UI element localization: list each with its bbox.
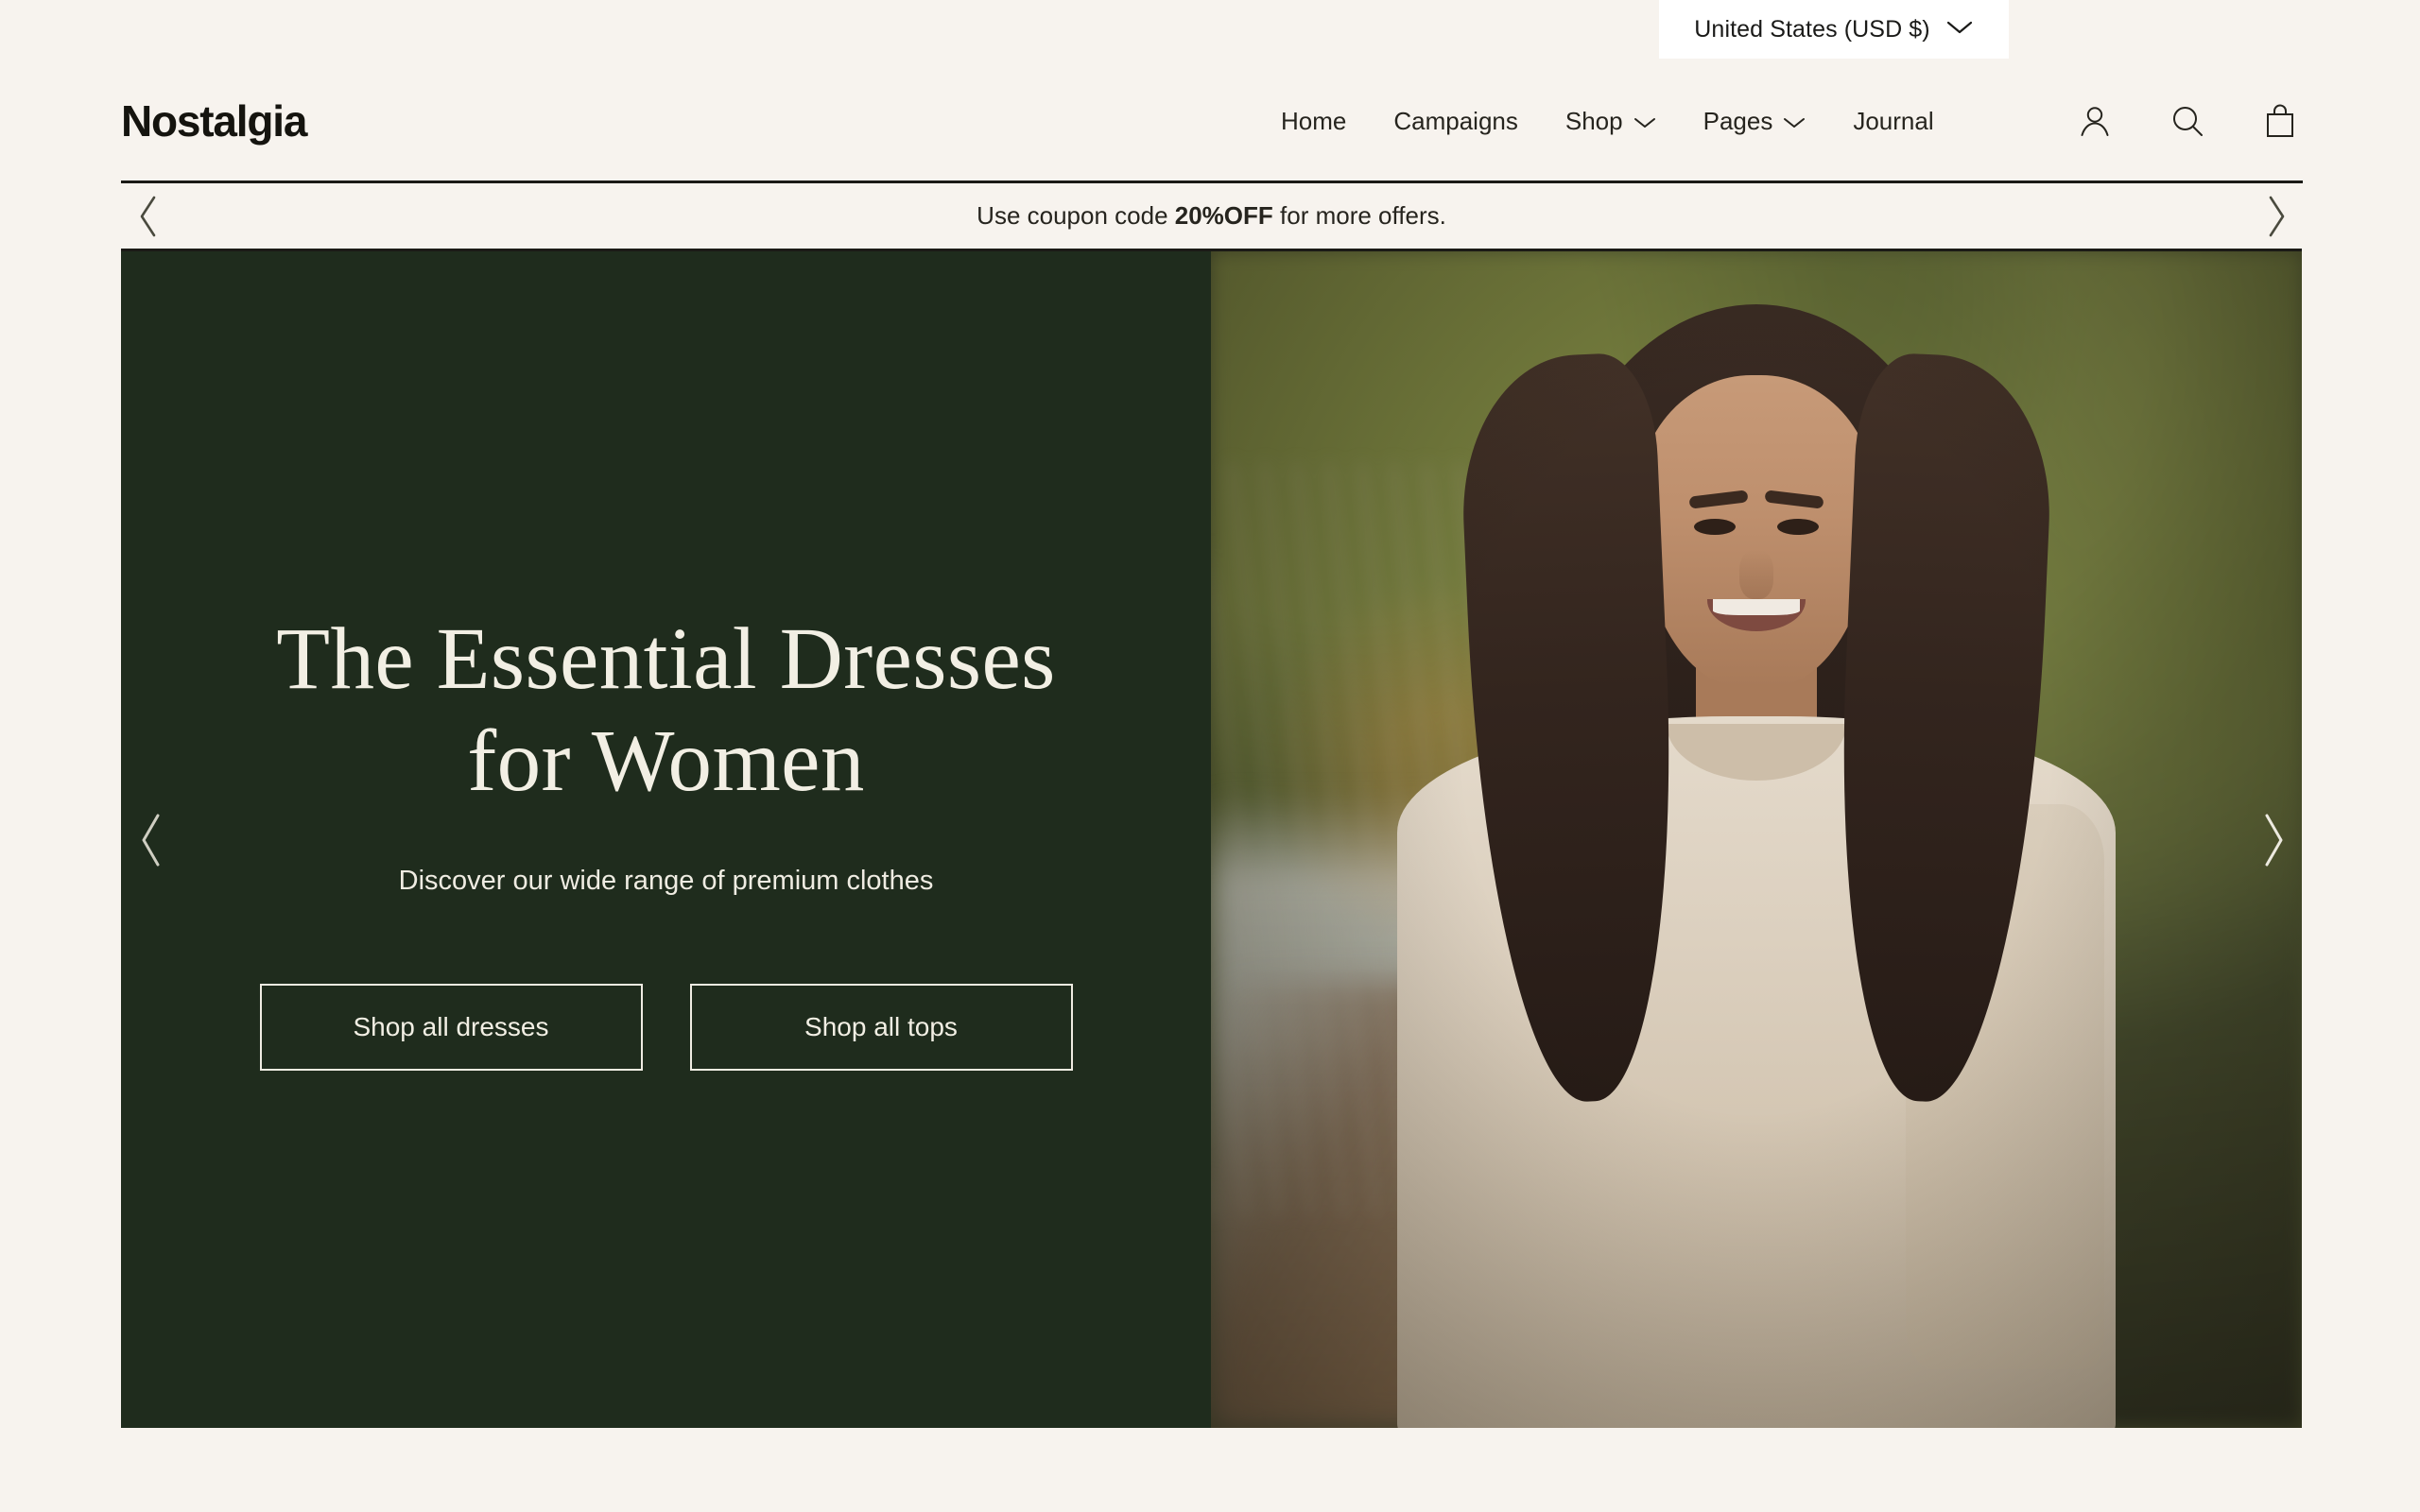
shop-all-tops-button[interactable]: Shop all tops <box>689 983 1073 1071</box>
site-header: Nostalgia Home Campaigns Shop Pages Jour… <box>0 59 2420 183</box>
announcement-text: Use coupon code 20%OFF for more offers. <box>977 201 1446 231</box>
photo-vignette <box>1211 251 2302 1428</box>
top-utility-bar: United States (USD $) <box>0 0 2420 59</box>
site-logo[interactable]: Nostalgia <box>121 95 307 146</box>
coupon-code: 20%OFF <box>1174 201 1273 230</box>
nav-item-journal[interactable]: Journal <box>1829 107 1957 136</box>
nav-item-campaigns[interactable]: Campaigns <box>1370 107 1542 136</box>
chevron-down-icon <box>1634 107 1656 136</box>
hero-content-panel: The Essential Dresses for Women Discover… <box>121 251 1211 1428</box>
chevron-down-icon <box>1945 19 1974 41</box>
hero-title-line-1: The Essential Dresses <box>276 610 1056 709</box>
announcement-prev-button[interactable] <box>132 190 164 243</box>
nav-item-pages[interactable]: Pages <box>1680 107 1830 136</box>
announcement-bar: Use coupon code 20%OFF for more offers. <box>121 183 2302 251</box>
announcement-text-after: for more offers. <box>1272 201 1446 230</box>
nav-label: Shop <box>1564 106 1623 135</box>
shopping-bag-icon[interactable] <box>2261 102 2299 140</box>
shop-all-dresses-button[interactable]: Shop all dresses <box>259 983 643 1071</box>
country-currency-selector[interactable]: United States (USD $) <box>1659 0 2009 59</box>
hero-next-button[interactable] <box>2255 806 2292 874</box>
country-currency-label: United States (USD $) <box>1694 15 1930 43</box>
nav-item-home[interactable]: Home <box>1257 107 1370 136</box>
chevron-down-icon <box>1783 107 1806 136</box>
header-icon-group <box>2076 102 2299 140</box>
hero-title-line-2: for Women <box>467 713 865 810</box>
hero-subtitle: Discover our wide range of premium cloth… <box>398 865 934 896</box>
nav-label: Journal <box>1853 106 1934 135</box>
announcement-text-before: Use coupon code <box>977 201 1175 230</box>
main-navigation: Home Campaigns Shop Pages Journal <box>1257 107 1958 136</box>
account-icon[interactable] <box>2076 102 2114 140</box>
hero-cta-group: Shop all dresses Shop all tops <box>259 983 1073 1071</box>
nav-label: Home <box>1281 106 1347 135</box>
search-icon[interactable] <box>2169 102 2206 140</box>
hero-slider: The Essential Dresses for Women Discover… <box>121 251 2302 1428</box>
nav-label: Campaigns <box>1393 106 1518 135</box>
nav-label: Pages <box>1703 106 1773 135</box>
hero-prev-button[interactable] <box>132 806 170 874</box>
nav-item-shop[interactable]: Shop <box>1542 107 1680 136</box>
hero-image <box>1211 251 2302 1428</box>
hero-title: The Essential Dresses for Women <box>276 609 1056 813</box>
announcement-next-button[interactable] <box>2260 190 2292 243</box>
